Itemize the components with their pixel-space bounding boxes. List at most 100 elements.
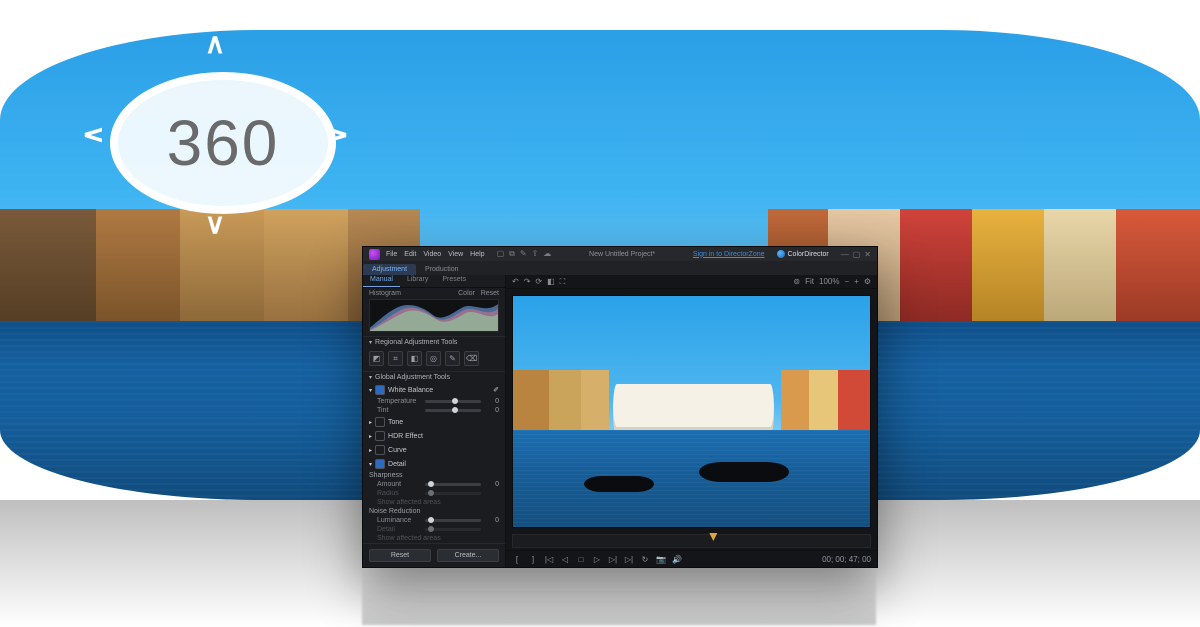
timeline[interactable] bbox=[512, 534, 871, 548]
menu-edit[interactable]: Edit bbox=[404, 251, 416, 258]
checkbox-icon[interactable] bbox=[375, 445, 385, 455]
histogram bbox=[369, 299, 499, 332]
settings-icon[interactable]: ⚙ bbox=[864, 277, 871, 286]
project-title: New Untitled Project* bbox=[557, 251, 687, 258]
mark-out-icon[interactable]: ] bbox=[528, 555, 538, 564]
rotate-icon[interactable]: ⟳ bbox=[535, 277, 542, 286]
left-panel: Manual Library Presets Histogram Color R… bbox=[363, 275, 506, 567]
section-curve[interactable]: ▸ Curve bbox=[363, 443, 505, 457]
label-tint: Tint bbox=[377, 407, 421, 414]
histogram-title: Histogram bbox=[369, 290, 401, 297]
checkbox-icon[interactable] bbox=[375, 459, 385, 469]
stop-icon[interactable]: □ bbox=[576, 555, 586, 564]
label-noise-reduction: Noise Reduction bbox=[363, 507, 505, 516]
slider-temperature[interactable] bbox=[425, 400, 481, 403]
redo-icon[interactable]: ↷ bbox=[524, 277, 531, 286]
label-temperature: Temperature bbox=[377, 398, 421, 405]
toolbar-export-icon[interactable]: ⇪ bbox=[532, 249, 539, 259]
view-360-icon[interactable]: ⊚ bbox=[793, 277, 800, 286]
mark-in-icon[interactable]: [ bbox=[512, 555, 522, 564]
brand-dot-icon bbox=[777, 250, 785, 258]
menu-help[interactable]: Help bbox=[470, 251, 484, 258]
slider-luminance[interactable] bbox=[425, 519, 481, 522]
volume-icon[interactable]: 🔊 bbox=[672, 555, 682, 564]
main-menu: File Edit Video View Help bbox=[386, 251, 485, 258]
label-detail2: Detail bbox=[377, 526, 421, 533]
fullscreen-icon[interactable]: ⛶ bbox=[560, 277, 566, 287]
checkbox-icon[interactable] bbox=[375, 417, 385, 427]
tab-production[interactable]: Production bbox=[416, 264, 467, 275]
undo-icon[interactable]: ↶ bbox=[512, 277, 519, 286]
value-temperature: 0 bbox=[485, 398, 499, 405]
compare-icon[interactable]: ◧ bbox=[547, 277, 555, 286]
preview-pane: ↶ ↷ ⟳ ◧ ⛶ ⊚ Fit 100% − + ⚙ bbox=[506, 275, 877, 567]
zoom-fit[interactable]: Fit bbox=[805, 277, 814, 286]
arrow-up-icon: ∧ bbox=[205, 30, 226, 58]
reset-button[interactable]: Reset bbox=[369, 549, 431, 562]
caret-right-icon: ▸ bbox=[369, 447, 372, 454]
zoom-in-icon[interactable]: + bbox=[854, 277, 859, 286]
menu-video[interactable]: Video bbox=[423, 251, 441, 258]
transport-bar: [ ] |◁ ◁ □ ▷ ▷| ▷| ↻ 📷 🔊 00; 00; 47; 00 bbox=[506, 550, 877, 567]
section-detail[interactable]: ▾ Detail bbox=[363, 457, 505, 471]
left-tab-presets[interactable]: Presets bbox=[435, 275, 473, 287]
section-white-balance[interactable]: ▾ White Balance ✐ bbox=[363, 383, 505, 397]
app-window: File Edit Video View Help ▢ ⧉ ✎ ⇪ ☁ New … bbox=[362, 246, 878, 568]
prev-frame-icon[interactable]: ◁ bbox=[560, 555, 570, 564]
slider-amount[interactable] bbox=[425, 483, 481, 486]
caret-down-icon: ▾ bbox=[369, 387, 372, 394]
label-show-affected2: Show affected areas bbox=[377, 535, 441, 542]
left-tab-library[interactable]: Library bbox=[400, 275, 435, 287]
checkbox-icon[interactable] bbox=[375, 385, 385, 395]
playhead-icon[interactable] bbox=[709, 533, 717, 541]
caret-down-icon: ▾ bbox=[369, 339, 372, 346]
create-button[interactable]: Create... bbox=[437, 549, 499, 562]
tool-crop-icon[interactable]: ⌗ bbox=[388, 351, 403, 366]
caret-right-icon: ▸ bbox=[369, 433, 372, 440]
section-regional[interactable]: ▾ Regional Adjustment Tools bbox=[363, 336, 505, 348]
section-global[interactable]: ▾ Global Adjustment Tools bbox=[363, 371, 505, 383]
tool-mask-icon[interactable]: ◩ bbox=[369, 351, 384, 366]
checkbox-icon[interactable] bbox=[375, 431, 385, 441]
value-tint: 0 bbox=[485, 407, 499, 414]
play-icon[interactable]: ▷ bbox=[592, 555, 602, 564]
caret-down-icon: ▾ bbox=[369, 461, 372, 468]
label-show-affected: Show affected areas bbox=[377, 499, 441, 506]
loop-icon[interactable]: ↻ bbox=[640, 555, 650, 564]
toolbar-open-icon[interactable]: ⧉ bbox=[509, 249, 515, 259]
slider-detail2 bbox=[425, 528, 481, 531]
goto-start-icon[interactable]: |◁ bbox=[544, 555, 554, 564]
slider-radius bbox=[425, 492, 481, 495]
tab-adjustment[interactable]: Adjustment bbox=[363, 264, 416, 275]
label-radius: Radius bbox=[377, 490, 421, 497]
brand-label: ColorDirector bbox=[777, 250, 829, 258]
menu-view[interactable]: View bbox=[448, 251, 463, 258]
zoom-out-icon[interactable]: − bbox=[844, 277, 849, 286]
section-tone[interactable]: ▸ Tone bbox=[363, 415, 505, 429]
zoom-100[interactable]: 100% bbox=[819, 277, 839, 286]
tool-eraser-icon[interactable]: ⌫ bbox=[464, 351, 479, 366]
app-logo-icon bbox=[369, 249, 380, 260]
toolbar-save-icon[interactable]: ✎ bbox=[520, 249, 527, 259]
signin-link[interactable]: Sign in to DirectorZone bbox=[693, 251, 765, 258]
window-minimize-icon[interactable]: — bbox=[841, 250, 849, 259]
preview-image[interactable] bbox=[512, 295, 871, 528]
toolbar-new-icon[interactable]: ▢ bbox=[497, 249, 505, 259]
histogram-reset[interactable]: Reset bbox=[481, 290, 499, 297]
section-hdr[interactable]: ▸ HDR Effect bbox=[363, 429, 505, 443]
tool-gradient-icon[interactable]: ◧ bbox=[407, 351, 422, 366]
left-tab-manual[interactable]: Manual bbox=[363, 275, 400, 287]
value-luminance: 0 bbox=[485, 517, 499, 524]
window-close-icon[interactable]: ✕ bbox=[864, 250, 871, 259]
toolbar-cloud-icon[interactable]: ☁ bbox=[543, 249, 551, 259]
slider-tint[interactable] bbox=[425, 409, 481, 412]
window-maximize-icon[interactable]: ▢ bbox=[853, 250, 861, 259]
tool-radial-icon[interactable]: ◎ bbox=[426, 351, 441, 366]
eyedropper-icon[interactable]: ✐ bbox=[493, 386, 499, 394]
histogram-color[interactable]: Color bbox=[458, 290, 475, 297]
next-frame-icon[interactable]: ▷| bbox=[608, 555, 618, 564]
tool-brush-icon[interactable]: ✎ bbox=[445, 351, 460, 366]
snapshot-icon[interactable]: 📷 bbox=[656, 555, 666, 564]
goto-end-icon[interactable]: ▷| bbox=[624, 555, 634, 564]
menu-file[interactable]: File bbox=[386, 251, 397, 258]
